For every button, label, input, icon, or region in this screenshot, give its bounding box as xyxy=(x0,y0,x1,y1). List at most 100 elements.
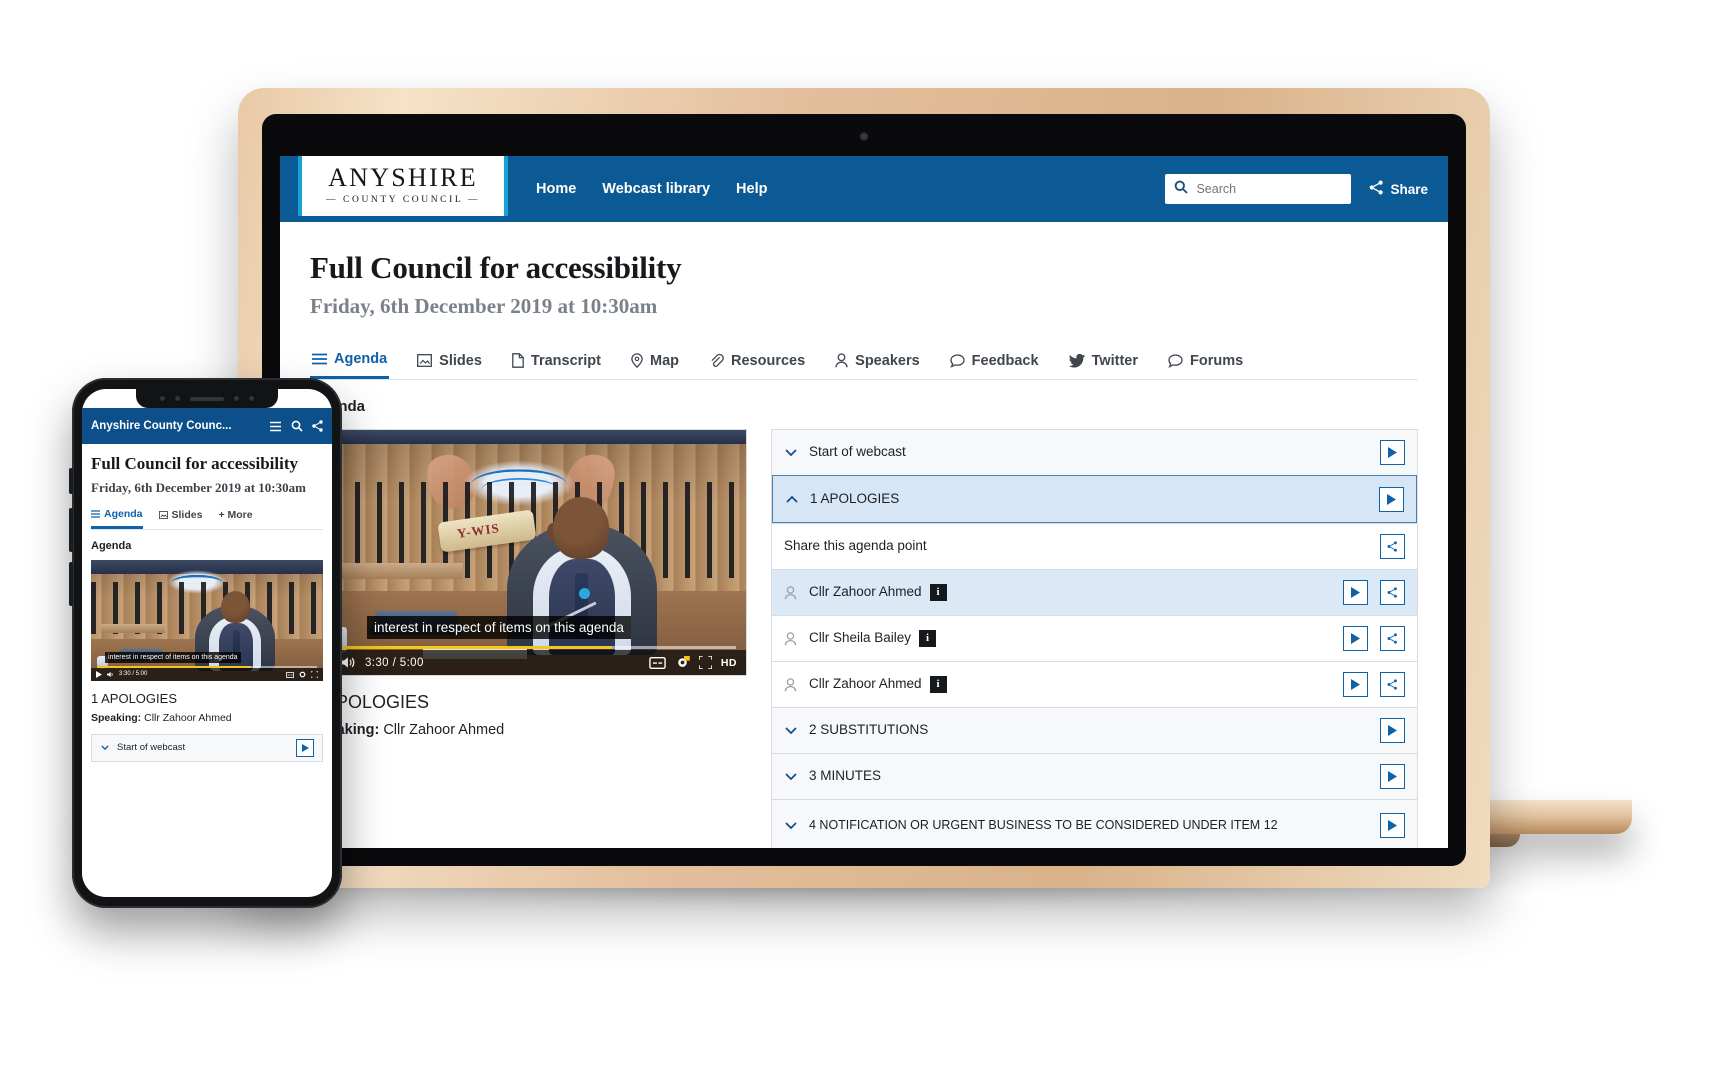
phone-volume-down-button[interactable] xyxy=(69,562,73,606)
site-logo[interactable]: ANYSHIRE — COUNTY COUNCIL — xyxy=(298,156,508,216)
fullscreen-icon[interactable] xyxy=(310,665,319,681)
video-controls-right: HD xyxy=(649,655,737,670)
page-date: Friday, 6th December 2019 at 10:30am xyxy=(310,294,658,318)
settings-gear-icon[interactable] xyxy=(299,665,306,681)
phone-screen: Anyshire County Counc... Full Council fo… xyxy=(82,389,332,897)
phone-page-title: Full Council for accessibility xyxy=(91,454,298,473)
video-ceiling-trim xyxy=(311,430,746,444)
play-button[interactable] xyxy=(1343,672,1368,697)
share-button[interactable] xyxy=(1380,672,1405,697)
phone-now-playing-title: 1 APOLOGIES xyxy=(91,690,177,706)
document-icon xyxy=(512,353,524,368)
phone-sensor-icon xyxy=(160,396,165,401)
share-button[interactable] xyxy=(1380,534,1405,559)
laptop-bezel: ANYSHIRE — COUNTY COUNCIL — Home Webcast… xyxy=(262,114,1466,866)
phone-volume-up-button[interactable] xyxy=(69,508,73,552)
phone-tabs: Agenda Slides + More xyxy=(91,508,323,530)
phone-mockup: Anyshire County Counc... Full Council fo… xyxy=(69,378,342,908)
search-icon[interactable] xyxy=(291,420,303,432)
share-icon[interactable] xyxy=(312,420,323,432)
hd-quality-badge[interactable]: HD xyxy=(721,657,737,669)
share-button[interactable]: Share xyxy=(1369,180,1428,198)
play-button[interactable] xyxy=(1380,718,1405,743)
phone-tab-label: Slides xyxy=(171,509,203,522)
phone-section-heading: Agenda xyxy=(91,539,132,552)
tab-label: Feedback xyxy=(971,352,1039,369)
phone-tab-slides[interactable]: Slides xyxy=(158,508,203,529)
play-button[interactable] xyxy=(296,738,314,757)
person-icon xyxy=(784,631,797,646)
info-icon[interactable]: i xyxy=(929,584,947,601)
agenda-item-apologies[interactable]: 1 APOLOGIES xyxy=(772,475,1417,523)
agenda-speaker-row[interactable]: Cllr Zahoor Ahmed i xyxy=(772,569,1417,615)
agenda-speaker-row[interactable]: Cllr Zahoor Ahmed i xyxy=(772,661,1417,707)
phone-light-sensor-icon xyxy=(249,396,254,401)
agenda-item-start-of-webcast[interactable]: Start of webcast xyxy=(772,429,1417,475)
agenda-item-label: 4 NOTIFICATION OR URGENT BUSINESS TO BE … xyxy=(809,818,1278,832)
play-button[interactable] xyxy=(1380,813,1405,838)
phone-speaking-label: Speaking: xyxy=(91,711,142,724)
volume-button[interactable] xyxy=(341,656,355,669)
tab-agenda[interactable]: Agenda xyxy=(310,345,390,379)
video-player[interactable]: Y-WIS interest in respect of items on th… xyxy=(310,429,747,676)
video-controls: 3:30 / 5:00 HD xyxy=(311,650,746,675)
info-icon[interactable]: i xyxy=(929,676,947,693)
tab-feedback[interactable]: Feedback xyxy=(948,345,1041,379)
share-button[interactable] xyxy=(1380,580,1405,605)
captions-button[interactable] xyxy=(649,656,666,669)
speaking-name: Cllr Zahoor Ahmed xyxy=(383,722,505,738)
tab-slides[interactable]: Slides xyxy=(415,345,484,379)
phone-agenda-row[interactable]: Start of webcast xyxy=(91,733,323,762)
captions-icon[interactable] xyxy=(286,665,294,681)
nav-item-webcast-library[interactable]: Webcast library xyxy=(602,181,710,197)
info-icon[interactable]: i xyxy=(919,630,937,647)
nav-item-home[interactable]: Home xyxy=(536,181,576,197)
tab-transcript[interactable]: Transcript xyxy=(510,345,603,379)
volume-icon[interactable] xyxy=(107,665,114,681)
search-input[interactable] xyxy=(1196,182,1343,196)
pin-icon xyxy=(631,353,643,368)
tab-map[interactable]: Map xyxy=(629,345,681,379)
search-box[interactable] xyxy=(1165,174,1352,204)
tab-resources[interactable]: Resources xyxy=(707,345,807,379)
play-button[interactable] xyxy=(1380,440,1405,465)
phone-mute-button[interactable] xyxy=(69,468,73,494)
site-header: ANYSHIRE — COUNTY COUNCIL — Home Webcast… xyxy=(280,156,1448,222)
chevron-down-icon xyxy=(784,727,797,734)
microphone-head xyxy=(579,588,590,599)
agenda-item-minutes[interactable]: 3 MINUTES xyxy=(772,753,1417,799)
settings-gear-icon[interactable] xyxy=(675,655,690,670)
agenda-share-row[interactable]: Share this agenda point xyxy=(772,523,1417,569)
tab-label: Twitter xyxy=(1091,352,1139,369)
chat-icon xyxy=(1168,353,1183,368)
phone-tab-agenda[interactable]: Agenda xyxy=(91,508,143,529)
agenda-speaker-name: Cllr Zahoor Ahmed xyxy=(809,584,922,600)
play-button[interactable] xyxy=(1380,764,1405,789)
page-content: Full Council for accessibility Friday, 6… xyxy=(280,222,1448,848)
play-button[interactable] xyxy=(1343,580,1368,605)
agenda-item-label: 1 APOLOGIES xyxy=(810,490,900,506)
tab-speakers[interactable]: Speakers xyxy=(833,345,922,379)
share-button[interactable] xyxy=(1380,626,1405,651)
logo-secondary-text: — COUNTY COUNCIL — xyxy=(325,195,481,205)
phone-tab-more[interactable]: + More xyxy=(218,508,252,529)
agenda-item-substitutions[interactable]: 2 SUBSTITUTIONS xyxy=(772,707,1417,753)
nav-item-help[interactable]: Help xyxy=(736,181,767,197)
agenda-speaker-row[interactable]: Cllr Sheila Bailey i xyxy=(772,615,1417,661)
tab-twitter[interactable]: Twitter xyxy=(1067,345,1140,379)
play-button[interactable] xyxy=(1343,626,1368,651)
play-icon[interactable] xyxy=(96,665,102,681)
agenda-speaker-name-wrap: Cllr Sheila Bailey i xyxy=(809,630,1331,647)
tab-forums[interactable]: Forums xyxy=(1166,345,1245,379)
agenda-item-notification[interactable]: 4 NOTIFICATION OR URGENT BUSINESS TO BE … xyxy=(772,799,1417,848)
tab-label: Slides xyxy=(439,352,482,369)
laptop-mockup: ANYSHIRE — COUNTY COUNCIL — Home Webcast… xyxy=(238,88,1490,888)
play-button[interactable] xyxy=(1379,486,1404,512)
phone-video-player[interactable]: interest in respect of items on this age… xyxy=(91,559,323,681)
video-progress-bar[interactable] xyxy=(321,646,736,649)
hamburger-menu-icon[interactable] xyxy=(269,421,282,432)
header-right-group: Share xyxy=(1165,174,1448,204)
chevron-down-icon xyxy=(784,773,797,780)
fullscreen-button[interactable] xyxy=(698,656,712,669)
image-icon xyxy=(417,354,433,367)
